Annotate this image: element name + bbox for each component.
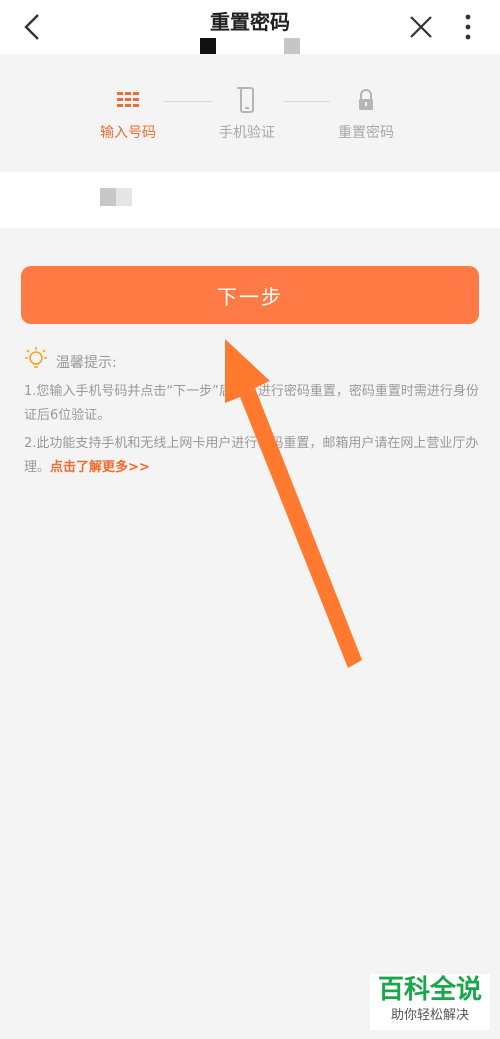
watermark: 百科全说 助你轻松解决 (370, 974, 490, 1030)
redaction-block (284, 38, 300, 54)
step-label: 输入号码 (100, 125, 156, 141)
learn-more-link[interactable]: 点击了解更多>> (50, 460, 150, 475)
step-reset-password: 重置密码 (321, 86, 411, 142)
tip-item: 2.此功能支持手机和无线上网卡用户进行密码重置，邮箱用户请在网上营业厅办理。点击… (24, 432, 480, 480)
header-bar: 重置密码 (0, 0, 500, 54)
tips-title: 温馨提示: (56, 355, 117, 371)
close-icon[interactable] (408, 14, 434, 40)
redaction-block (100, 188, 132, 206)
watermark-title: 百科全说 (377, 975, 482, 1005)
redaction-block (200, 38, 216, 54)
keypad-icon (113, 86, 143, 116)
lock-icon (351, 86, 381, 116)
phone-number-input[interactable] (24, 182, 468, 220)
lightbulb-icon (24, 346, 48, 372)
phone-input-row (0, 172, 500, 228)
tips-header: 温馨提示: (24, 346, 480, 376)
step-phone-verify: 手机验证 (202, 86, 292, 142)
tips-section: 温馨提示: 1.您输入手机号码并点击“下一步”后，可进行密码重置，密码重置时需进… (24, 346, 480, 480)
step-label: 手机验证 (219, 125, 275, 141)
next-step-button[interactable]: 下一步 (21, 266, 479, 324)
step-label: 重置密码 (338, 125, 394, 141)
more-vertical-icon[interactable] (460, 12, 476, 42)
tip-item: 1.您输入手机号码并点击“下一步”后，可进行密码重置，密码重置时需进行身份证后6… (24, 384, 479, 423)
step-enter-number: 输入号码 (83, 86, 173, 142)
step-indicator: 输入号码 手机验证 重置密码 (0, 54, 500, 172)
watermark-subtitle: 助你轻松解决 (390, 1008, 469, 1023)
phone-icon (232, 86, 262, 116)
